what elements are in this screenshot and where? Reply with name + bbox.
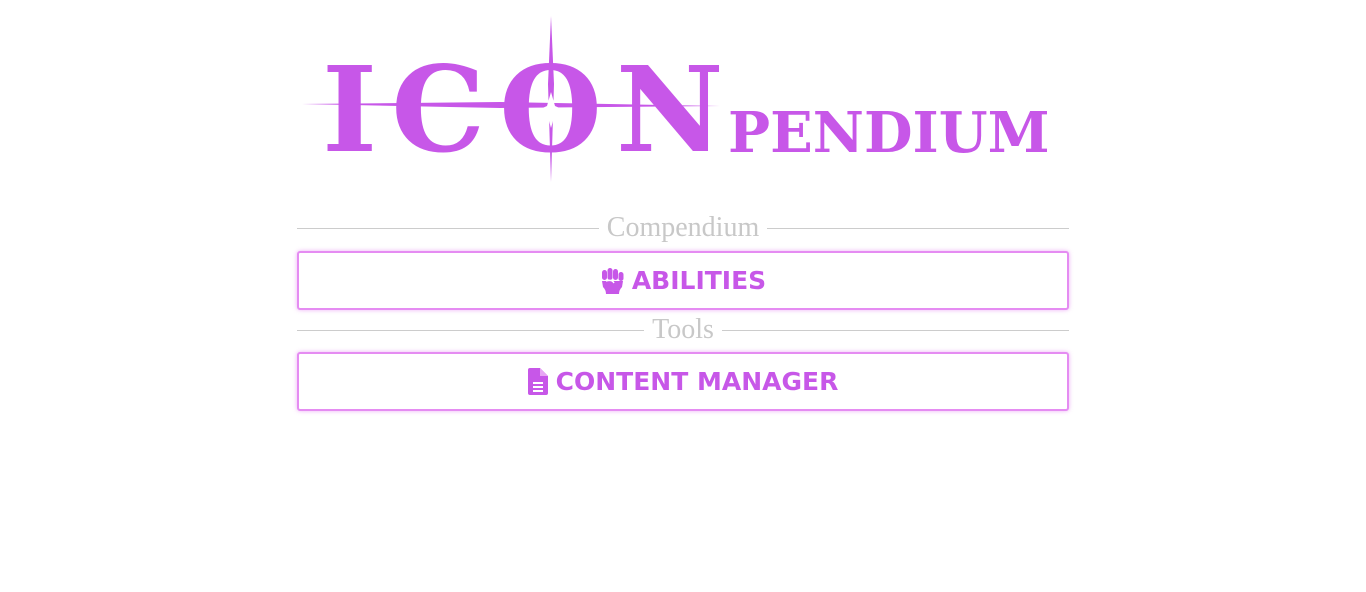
section-divider: Compendium	[297, 212, 1070, 243]
tools-section: Tools CONTENT MANAGER	[297, 314, 1070, 411]
fist-icon	[600, 267, 624, 294]
compendium-section: Compendium ABILITIES	[297, 212, 1070, 310]
section-heading: Compendium	[606, 212, 760, 243]
logo-main-text: ICON	[322, 40, 738, 179]
abilities-button[interactable]: ABILITIES	[297, 251, 1069, 310]
section-divider: Tools	[297, 314, 1070, 345]
content-manager-button-label: CONTENT MANAGER	[555, 367, 839, 396]
divider-rule-right	[767, 227, 1070, 229]
page: ICON PENDIUM Compendium ABILITIES Tools …	[0, 0, 1366, 592]
section-heading: Tools	[652, 314, 714, 345]
divider-rule-right	[721, 329, 1070, 331]
content-manager-button[interactable]: CONTENT MANAGER	[297, 352, 1069, 411]
logo: ICON PENDIUM	[300, 14, 1070, 184]
divider-rule-left	[297, 227, 599, 229]
logo-suffix-text: PENDIUM	[728, 100, 1050, 166]
divider-rule-left	[297, 329, 645, 331]
abilities-button-label: ABILITIES	[631, 266, 767, 295]
file-icon	[527, 368, 548, 395]
